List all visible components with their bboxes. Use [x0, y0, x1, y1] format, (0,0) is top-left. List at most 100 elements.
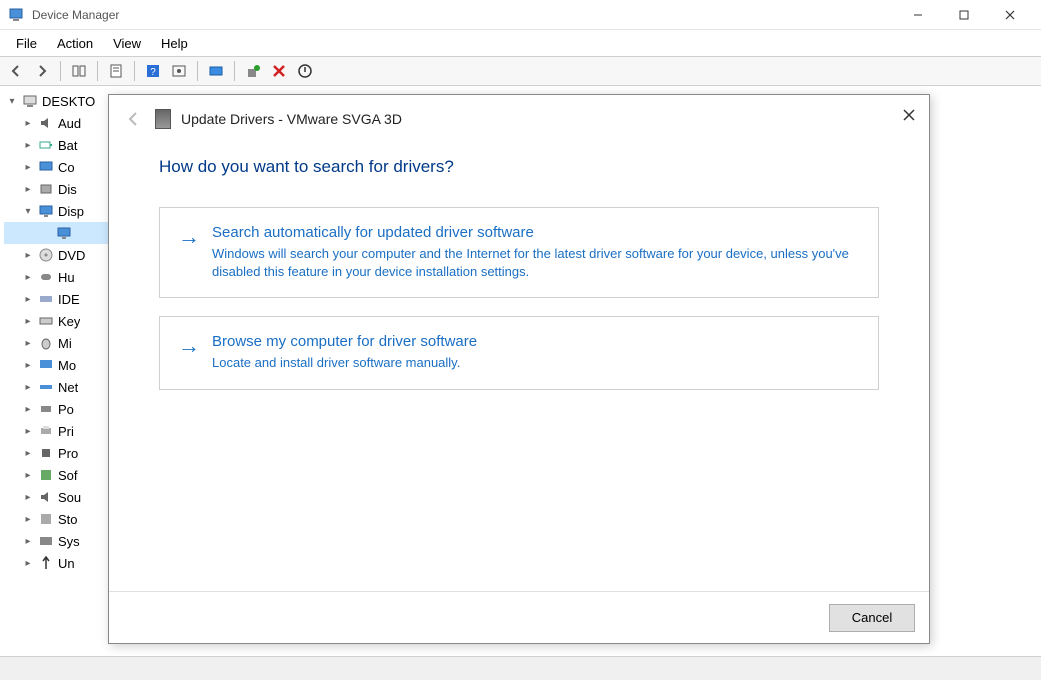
tree-item-label: DVD [58, 248, 85, 263]
tree-item-label: Po [58, 402, 74, 417]
toolbar-separator [97, 61, 98, 81]
chevron-icon: ▸ [22, 140, 34, 151]
option-desc: Windows will search your computer and th… [212, 245, 860, 281]
display-adapter-icon [56, 225, 72, 241]
chevron-icon: ▸ [22, 470, 34, 481]
computer-icon [38, 159, 54, 175]
chevron-icon: ▾ [22, 206, 34, 217]
svg-text:?: ? [150, 67, 156, 78]
chevron-icon: ▸ [22, 272, 34, 283]
minimize-button[interactable] [895, 0, 941, 30]
tree-root-label: DESKTO [42, 94, 95, 109]
chevron-icon: ▸ [22, 404, 34, 415]
chevron-down-icon: ▾ [6, 96, 18, 107]
keyboard-icon [38, 313, 54, 329]
computer-icon [22, 93, 38, 109]
arrow-right-icon: → [178, 335, 200, 372]
chevron-icon: ▸ [22, 514, 34, 525]
nav-forward-button[interactable] [30, 59, 54, 83]
sound-icon [38, 489, 54, 505]
dialog-back-button[interactable] [121, 107, 145, 131]
show-hide-tree-button[interactable] [67, 59, 91, 83]
update-driver-button[interactable] [241, 59, 265, 83]
option-title: Browse my computer for driver software [212, 333, 477, 350]
chevron-icon: ▸ [22, 316, 34, 327]
tree-item-label: Sou [58, 490, 81, 505]
help-button[interactable]: ? [141, 59, 165, 83]
chevron-icon: ▸ [22, 184, 34, 195]
chevron-icon: ▸ [22, 360, 34, 371]
menu-file[interactable]: File [8, 34, 45, 53]
chevron-icon: ▸ [22, 382, 34, 393]
tree-item-label: Sof [58, 468, 78, 483]
statusbar [0, 656, 1041, 680]
menu-view[interactable]: View [105, 34, 149, 53]
toolbar-separator [60, 61, 61, 81]
ide-icon [38, 291, 54, 307]
option-search-automatically[interactable]: → Search automatically for updated drive… [159, 207, 879, 298]
disk-icon [38, 181, 54, 197]
option-desc: Locate and install driver software manua… [212, 354, 477, 372]
driver-icon [155, 109, 171, 129]
dialog-title: Update Drivers - VMware SVGA 3D [181, 111, 402, 127]
app-icon [8, 7, 24, 23]
uninstall-device-button[interactable] [267, 59, 291, 83]
tree-item-label: Sys [58, 534, 80, 549]
disable-device-button[interactable] [293, 59, 317, 83]
toolbar-separator [234, 61, 235, 81]
software-icon [38, 467, 54, 483]
battery-icon [38, 137, 54, 153]
chevron-icon: ▸ [22, 338, 34, 349]
toolbar-separator [197, 61, 198, 81]
network-icon [38, 379, 54, 395]
properties-button[interactable] [104, 59, 128, 83]
dialog-header: Update Drivers - VMware SVGA 3D [109, 95, 929, 143]
chevron-icon: ▸ [22, 492, 34, 503]
scan-hardware-button[interactable] [204, 59, 228, 83]
tree-item-label: IDE [58, 292, 80, 307]
tree-item-label: Sto [58, 512, 78, 527]
tree-item-label: Hu [58, 270, 75, 285]
chevron-icon: ▸ [22, 294, 34, 305]
option-browse-computer[interactable]: → Browse my computer for driver software… [159, 316, 879, 389]
mice-icon [38, 335, 54, 351]
usb-icon [38, 555, 54, 571]
tree-item-label: Net [58, 380, 78, 395]
display-icon [38, 203, 54, 219]
chevron-icon: ▸ [22, 558, 34, 569]
chevron-icon: ▸ [22, 448, 34, 459]
chevron-icon: ▸ [22, 118, 34, 129]
tree-item-label: Disp [58, 204, 84, 219]
tree-item-label: Pro [58, 446, 78, 461]
maximize-button[interactable] [941, 0, 987, 30]
arrow-right-icon: → [178, 226, 200, 281]
tree-item-label: Bat [58, 138, 78, 153]
tree-item-label: Mo [58, 358, 76, 373]
menu-action[interactable]: Action [49, 34, 101, 53]
tree-item-label: Dis [58, 182, 77, 197]
monitor-icon [38, 357, 54, 373]
dialog-body: How do you want to search for drivers? →… [109, 143, 929, 591]
dialog-close-button[interactable] [899, 105, 919, 125]
tree-item-label: Key [58, 314, 80, 329]
dvd-icon [38, 247, 54, 263]
titlebar: Device Manager [0, 0, 1041, 30]
toolbar-separator [134, 61, 135, 81]
chevron-icon: ▸ [22, 536, 34, 547]
system-icon [38, 533, 54, 549]
cancel-button[interactable]: Cancel [829, 604, 915, 632]
action-button[interactable] [167, 59, 191, 83]
tree-item-label: Co [58, 160, 75, 175]
chevron-icon: ▸ [22, 250, 34, 261]
print-icon [38, 423, 54, 439]
tree-item-label: Pri [58, 424, 74, 439]
window-controls [895, 0, 1033, 30]
dialog-heading: How do you want to search for drivers? [159, 157, 879, 177]
close-button[interactable] [987, 0, 1033, 30]
tree-item-label: Un [58, 556, 75, 571]
nav-back-button[interactable] [4, 59, 28, 83]
ports-icon [38, 401, 54, 417]
menu-help[interactable]: Help [153, 34, 196, 53]
hid-icon [38, 269, 54, 285]
chevron-icon: ▸ [22, 426, 34, 437]
